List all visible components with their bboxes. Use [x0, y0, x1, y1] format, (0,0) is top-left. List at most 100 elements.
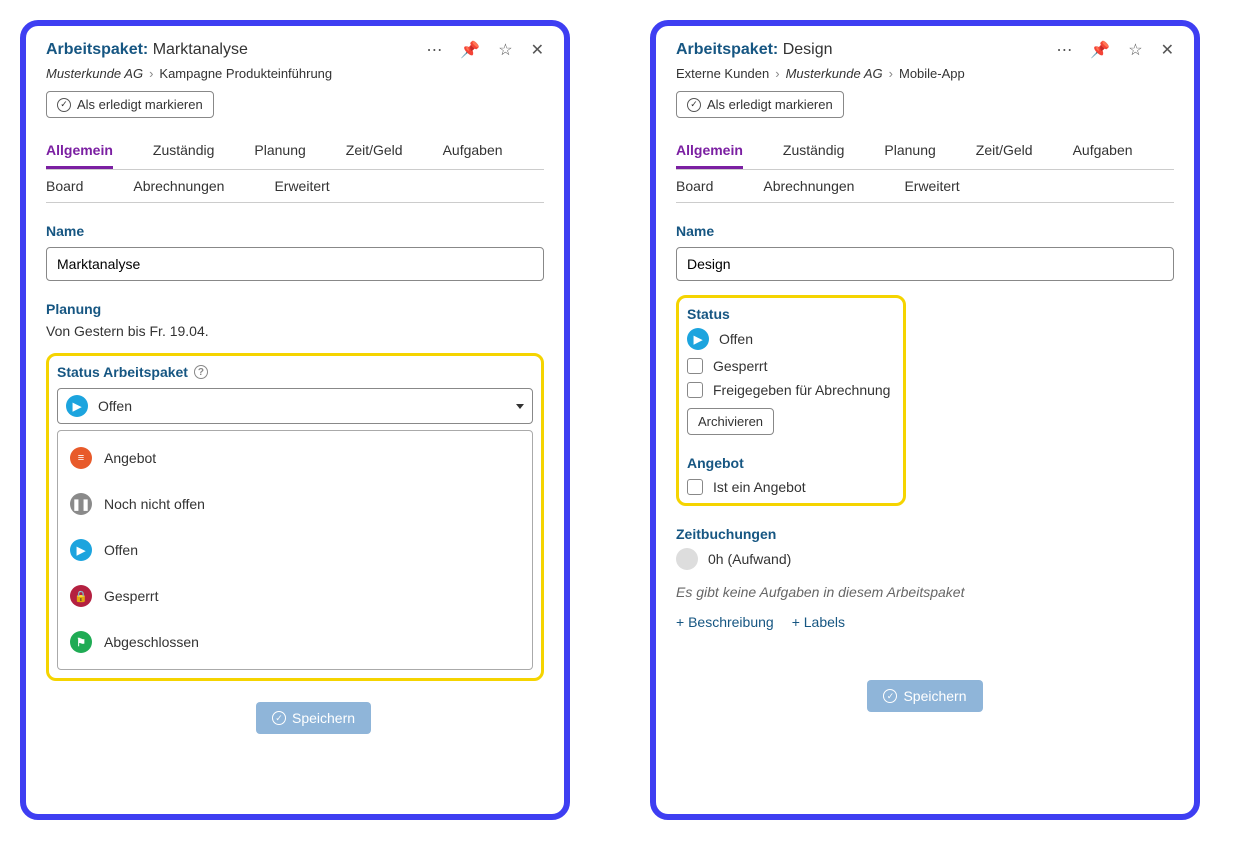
help-icon[interactable]: ?: [194, 365, 208, 379]
archive-button[interactable]: Archivieren: [687, 408, 774, 435]
star-icon[interactable]: ☆: [1128, 40, 1142, 60]
tab-allgemein[interactable]: Allgemein: [676, 134, 743, 169]
name-input[interactable]: [46, 247, 544, 281]
mark-done-button[interactable]: ✓ Als erledigt markieren: [676, 91, 844, 118]
chevron-right-icon: ›: [889, 66, 893, 81]
checkbox-freigegeben[interactable]: Freigegeben für Abrechnung: [687, 382, 895, 398]
mark-done-label: Als erledigt markieren: [707, 97, 833, 112]
chevron-right-icon: ›: [149, 66, 153, 81]
name-input[interactable]: [676, 247, 1174, 281]
tab-zustaendig[interactable]: Zuständig: [783, 134, 844, 169]
option-label: Angebot: [104, 450, 156, 466]
tab-abrechnungen[interactable]: Abrechnungen: [133, 170, 224, 202]
check-circle-icon: ✓: [883, 689, 897, 703]
header: Arbeitspaket: Design ⋯ 📌 ☆ ✕: [676, 40, 1174, 60]
checkbox-icon: [687, 382, 703, 398]
tab-board[interactable]: Board: [676, 170, 713, 202]
tab-erweitert[interactable]: Erweitert: [904, 170, 959, 202]
tab-planung[interactable]: Planung: [884, 134, 935, 169]
tab-zustaendig[interactable]: Zuständig: [153, 134, 214, 169]
option-label: Noch nicht offen: [104, 496, 205, 512]
zeit-row: 0h (Aufwand): [676, 548, 1174, 570]
tab-aufgaben[interactable]: Aufgaben: [1073, 134, 1133, 169]
status-dropdown: ≡ Angebot ❚❚ Noch nicht offen ▶ Offen 🔒 …: [57, 430, 533, 670]
add-description-link[interactable]: + Beschreibung: [676, 614, 774, 630]
tab-planung[interactable]: Planung: [254, 134, 305, 169]
title: Arbeitspaket: Design: [676, 41, 833, 59]
save-label: Speichern: [292, 710, 355, 726]
tabs-primary: Allgemein Zuständig Planung Zeit/Geld Au…: [676, 134, 1174, 170]
title: Arbeitspaket: Marktanalyse: [46, 41, 248, 59]
mark-done-button[interactable]: ✓ Als erledigt markieren: [46, 91, 214, 118]
checkbox-ist-angebot[interactable]: Ist ein Angebot: [687, 479, 895, 495]
dot-icon: [676, 548, 698, 570]
angebot-label: Angebot: [687, 455, 895, 471]
pin-icon[interactable]: 📌: [1090, 40, 1110, 60]
breadcrumb: Externe Kunden › Musterkunde AG › Mobile…: [676, 66, 1174, 81]
checkbox-label: Gesperrt: [713, 358, 767, 374]
checkbox-label: Freigegeben für Abrechnung: [713, 382, 890, 398]
checkbox-icon: [687, 358, 703, 374]
tab-allgemein[interactable]: Allgemein: [46, 134, 113, 169]
planung-label: Planung: [46, 301, 544, 317]
pin-icon[interactable]: 📌: [460, 40, 480, 60]
save-label: Speichern: [903, 688, 966, 704]
star-icon[interactable]: ☆: [498, 40, 512, 60]
checkbox-gesperrt[interactable]: Gesperrt: [687, 358, 895, 374]
save-button[interactable]: ✓ Speichern: [867, 680, 982, 712]
chevron-right-icon: ›: [775, 66, 779, 81]
status-option-offen[interactable]: ▶ Offen: [58, 527, 532, 573]
checkbox-label: Ist ein Angebot: [713, 479, 806, 495]
no-tasks-note: Es gibt keine Aufgaben in diesem Arbeits…: [676, 584, 1174, 600]
zeit-value: 0h (Aufwand): [708, 551, 791, 567]
title-prefix: Arbeitspaket:: [46, 41, 148, 58]
tabs-secondary: Board Abrechnungen Erweitert: [676, 170, 1174, 203]
status-option-abgeschlossen[interactable]: ⚑ Abgeschlossen: [58, 619, 532, 665]
close-icon[interactable]: ✕: [1161, 40, 1174, 60]
more-icon[interactable]: ⋯: [1056, 40, 1072, 60]
play-icon: ▶: [687, 328, 709, 350]
status-option-noch-nicht-offen[interactable]: ❚❚ Noch nicht offen: [58, 481, 532, 527]
status-highlight: Status Arbeitspaket ? ▶ Offen ≡ Angebot …: [46, 353, 544, 681]
breadcrumb-item[interactable]: Musterkunde AG: [46, 66, 143, 81]
option-label: Offen: [104, 542, 138, 558]
status-option-angebot[interactable]: ≡ Angebot: [58, 435, 532, 481]
chevron-down-icon: [516, 404, 524, 409]
status-selected: Offen: [98, 398, 132, 414]
breadcrumb-item[interactable]: Musterkunde AG: [786, 66, 883, 81]
name-label: Name: [676, 223, 1174, 239]
header: Arbeitspaket: Marktanalyse ⋯ 📌 ☆ ✕: [46, 40, 544, 60]
status-select[interactable]: ▶ Offen: [57, 388, 533, 424]
status-label: Status: [687, 306, 895, 322]
close-icon[interactable]: ✕: [531, 40, 544, 60]
header-actions: ⋯ 📌 ☆ ✕: [426, 40, 544, 60]
more-icon[interactable]: ⋯: [426, 40, 442, 60]
tab-abrechnungen[interactable]: Abrechnungen: [763, 170, 854, 202]
add-labels-link[interactable]: + Labels: [792, 614, 845, 630]
option-label: Abgeschlossen: [104, 634, 199, 650]
save-button[interactable]: ✓ Speichern: [256, 702, 371, 734]
flag-icon: ⚑: [70, 631, 92, 653]
status-option-gesperrt[interactable]: 🔒 Gesperrt: [58, 573, 532, 619]
title-value: Marktanalyse: [153, 41, 248, 58]
pause-icon: ❚❚: [70, 493, 92, 515]
tab-erweitert[interactable]: Erweitert: [274, 170, 329, 202]
status-open-row: ▶ Offen: [687, 328, 895, 350]
status-label: Status Arbeitspaket ?: [57, 364, 533, 380]
add-links: + Beschreibung + Labels: [676, 614, 1174, 630]
breadcrumb-item[interactable]: Mobile-App: [899, 66, 965, 81]
planung-value: Von Gestern bis Fr. 19.04.: [46, 323, 544, 339]
tab-aufgaben[interactable]: Aufgaben: [443, 134, 503, 169]
tabs-primary: Allgemein Zuständig Planung Zeit/Geld Au…: [46, 134, 544, 170]
checkbox-icon: [687, 479, 703, 495]
header-actions: ⋯ 📌 ☆ ✕: [1056, 40, 1174, 60]
tab-zeit-geld[interactable]: Zeit/Geld: [346, 134, 403, 169]
breadcrumb-item[interactable]: Externe Kunden: [676, 66, 769, 81]
breadcrumb-item[interactable]: Kampagne Produkteinführung: [159, 66, 332, 81]
tab-zeit-geld[interactable]: Zeit/Geld: [976, 134, 1033, 169]
option-label: Gesperrt: [104, 588, 158, 604]
check-circle-icon: ✓: [272, 711, 286, 725]
status-value: Offen: [719, 331, 753, 347]
breadcrumb: Musterkunde AG › Kampagne Produkteinführ…: [46, 66, 544, 81]
tab-board[interactable]: Board: [46, 170, 83, 202]
